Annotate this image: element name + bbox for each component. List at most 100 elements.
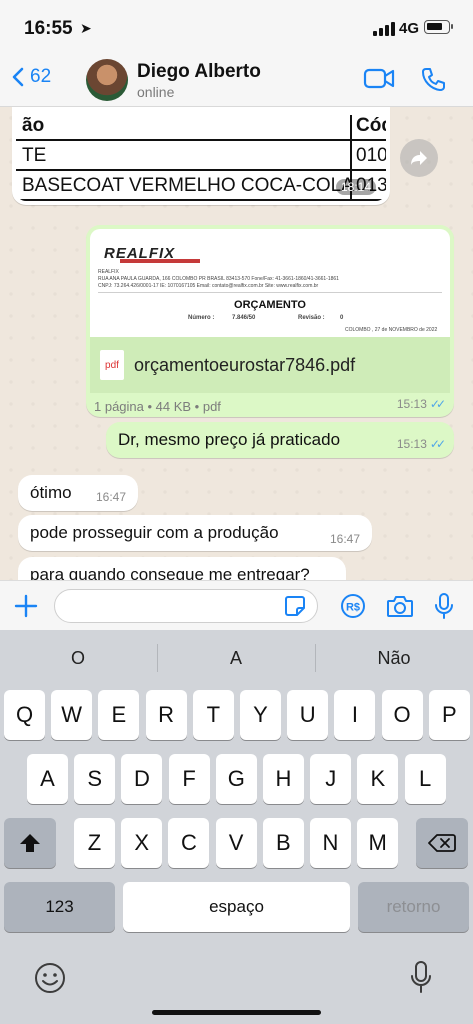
pdf-number-value: 7.846/50 — [232, 315, 256, 321]
phone-icon[interactable] — [420, 66, 446, 92]
plus-icon[interactable] — [14, 594, 38, 618]
camera-icon[interactable] — [386, 594, 414, 618]
pdf-number-label: Número : — [188, 315, 215, 321]
avatar[interactable] — [86, 59, 128, 101]
numbers-key[interactable]: 123 — [4, 882, 115, 932]
suggestion-item[interactable]: A — [158, 648, 314, 669]
backspace-key[interactable] — [416, 818, 468, 868]
key-v[interactable]: V — [215, 818, 257, 868]
pdf-date-line: COLOMBO , 27 de NOVEMBRO de 2022 — [345, 327, 438, 333]
spreadsheet-image: ãoCód TE010 BASECOAT VERMELHO COCA-COLA0… — [16, 111, 386, 201]
chat-header: 62 Diego Alberto online — [0, 52, 473, 107]
key-h[interactable]: H — [263, 754, 304, 804]
table-cell: BASECOAT VERMELHO COCA-COLA — [22, 175, 354, 196]
status-bar: 16:55 ➤ 4G — [0, 0, 473, 52]
back-chevron-icon — [12, 67, 24, 87]
key-q[interactable]: Q — [4, 690, 45, 740]
svg-text:R$: R$ — [346, 602, 360, 614]
key-t[interactable]: T — [192, 690, 234, 740]
backspace-icon — [428, 834, 456, 852]
message-time: 15:13 — [396, 437, 427, 451]
key-p[interactable]: P — [428, 690, 470, 740]
dictation-icon[interactable] — [410, 960, 432, 994]
message-composer: R$ — [0, 580, 473, 630]
key-l[interactable]: L — [404, 754, 446, 804]
network-type: 4G — [399, 20, 420, 37]
pdf-revision-value: 0 — [340, 315, 344, 321]
key-f[interactable]: F — [168, 754, 210, 804]
incoming-message[interactable]: pode prosseguir com a produção 16:47 — [18, 515, 372, 551]
microphone-icon[interactable] — [434, 592, 454, 620]
forward-button[interactable] — [400, 139, 438, 177]
emoji-icon[interactable] — [34, 962, 66, 994]
space-key[interactable]: espaço — [123, 882, 350, 932]
video-call-icon[interactable] — [363, 66, 395, 92]
battery-icon — [424, 20, 453, 34]
image-attachment[interactable]: ãoCód TE010 BASECOAT VERMELHO COCA-COLA0… — [16, 111, 386, 201]
home-indicator — [152, 1010, 321, 1015]
message-text: ótimo — [30, 483, 72, 502]
shift-key[interactable] — [4, 818, 56, 868]
key-u[interactable]: U — [287, 690, 329, 740]
key-b[interactable]: B — [262, 818, 304, 868]
pdf-revision-label: Revisão : — [298, 315, 325, 321]
key-i[interactable]: I — [334, 690, 376, 740]
return-key[interactable]: retorno — [358, 882, 469, 932]
key-x[interactable]: X — [121, 818, 163, 868]
message-input[interactable] — [54, 589, 318, 623]
key-y[interactable]: Y — [240, 690, 281, 740]
suggestion-bar: O A Não — [0, 630, 473, 686]
contact-name[interactable]: Diego Alberto — [137, 61, 261, 83]
message-meta: 15:13 ✓✓ — [396, 437, 446, 451]
signal-icon — [373, 22, 395, 36]
incoming-message[interactable]: ótimo 16:47 — [18, 475, 138, 511]
message-text: para quando consegue me entregar? — [30, 565, 310, 580]
key-j[interactable]: J — [310, 754, 352, 804]
contact-status: online — [137, 84, 175, 100]
suggestion-item[interactable]: O — [0, 648, 156, 669]
pdf-header-line: RUA ANA PAULA GUARDA, 166 COLOMBO PR BRA… — [98, 276, 339, 282]
key-z[interactable]: Z — [74, 818, 115, 868]
key-n[interactable]: N — [310, 818, 351, 868]
incoming-message[interactable]: para quando consegue me entregar? — [18, 557, 346, 580]
pdf-file-name: orçamentoeurostar7846.pdf — [134, 354, 356, 375]
payment-icon[interactable]: R$ — [340, 593, 366, 619]
read-ticks-icon: ✓✓ — [429, 437, 446, 451]
pdf-file-row[interactable]: pdf orçamentoeurostar7846.pdf — [90, 337, 450, 393]
message-time: 18:14 — [335, 179, 376, 195]
outgoing-message[interactable]: Dr, mesmo preço já praticado 15:13 ✓✓ — [106, 422, 454, 458]
key-g[interactable]: G — [215, 754, 257, 804]
message-text: Dr, mesmo preço já praticado — [118, 430, 341, 449]
key-e[interactable]: E — [98, 690, 140, 740]
key-r[interactable]: R — [145, 690, 187, 740]
message-time: 15:13 — [396, 397, 427, 411]
image-message[interactable]: ãoCód TE010 BASECOAT VERMELHO COCA-COLA0… — [12, 107, 390, 205]
shift-icon — [20, 834, 40, 852]
pdf-preview[interactable]: REALFIX REALFIX RUA ANA PAULA GUARDA, 16… — [90, 229, 450, 337]
key-w[interactable]: W — [51, 690, 93, 740]
sticker-icon[interactable] — [284, 595, 306, 617]
key-o[interactable]: O — [381, 690, 423, 740]
chat-area[interactable]: ãoCód TE010 BASECOAT VERMELHO COCA-COLA0… — [0, 107, 473, 580]
pdf-file-icon: pdf — [100, 350, 124, 380]
read-ticks-icon: ✓✓ — [429, 397, 446, 411]
key-a[interactable]: A — [27, 754, 68, 804]
back-button[interactable]: 62 — [12, 66, 51, 88]
key-k[interactable]: K — [357, 754, 399, 804]
key-c[interactable]: C — [168, 818, 210, 868]
pdf-message[interactable]: REALFIX REALFIX RUA ANA PAULA GUARDA, 16… — [86, 225, 454, 417]
status-time: 16:55 — [24, 18, 73, 39]
key-m[interactable]: M — [357, 818, 399, 868]
message-time: 16:47 — [95, 490, 126, 504]
logo-bar — [120, 259, 200, 263]
unread-count: 62 — [30, 66, 52, 87]
divider — [98, 292, 442, 293]
location-arrow-icon: ➤ — [80, 20, 92, 36]
message-meta: 15:13 ✓✓ — [396, 397, 446, 411]
forward-icon — [411, 151, 427, 165]
key-d[interactable]: D — [121, 754, 163, 804]
key-s[interactable]: S — [74, 754, 116, 804]
suggestion-item[interactable]: Não — [316, 648, 472, 669]
pdf-file-info: 1 página • 44 KB • pdf — [94, 399, 221, 414]
table-cell: ão — [22, 115, 45, 136]
